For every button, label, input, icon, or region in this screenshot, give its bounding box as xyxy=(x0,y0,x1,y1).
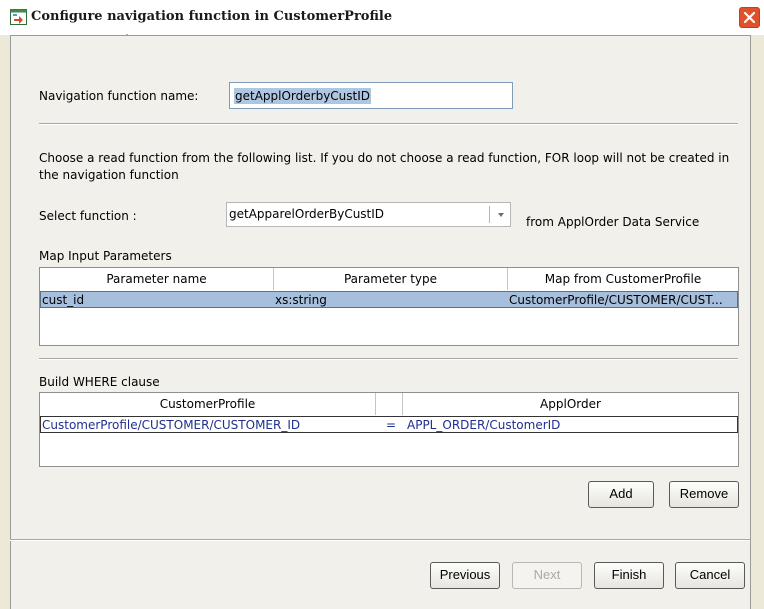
customer-profile-cell: CustomerProfile/CUSTOMER/CUSTOMER_ID xyxy=(42,418,301,432)
separator xyxy=(39,123,738,125)
map-input-table: Parameter name Parameter type Map from C… xyxy=(39,267,739,346)
remove-button[interactable]: Remove xyxy=(669,481,739,508)
operator-cell: = xyxy=(386,418,397,432)
where-clause-section-label: Build WHERE clause xyxy=(39,375,160,389)
finish-button[interactable]: Finish xyxy=(594,562,664,589)
map-input-section-label: Map Input Parameters xyxy=(39,249,172,263)
close-icon xyxy=(743,11,756,24)
parameter-name-cell: cust_id xyxy=(42,293,85,307)
previous-button[interactable]: Previous xyxy=(430,562,500,589)
nav-name-value: getApplOrderbyCustID xyxy=(234,88,372,104)
next-button[interactable]: Next xyxy=(512,562,582,589)
close-button[interactable] xyxy=(739,7,760,28)
select-function-label: Select function : xyxy=(39,209,137,223)
where-clause-table: CustomerProfile ApplOrder CustomerProfil… xyxy=(39,392,739,467)
appl-order-cell: APPL_ORDER/CustomerID xyxy=(407,418,561,432)
data-service-label: from ApplOrder Data Service xyxy=(526,215,700,229)
nav-name-input[interactable]: getApplOrderbyCustID xyxy=(229,82,513,109)
column-header-operator[interactable] xyxy=(376,393,403,415)
column-header-parameter-type[interactable]: Parameter type xyxy=(274,268,508,290)
dropdown-divider xyxy=(489,206,490,223)
table-row[interactable]: cust_id xs:string CustomerProfile/CUSTOM… xyxy=(40,291,738,308)
column-header-customer-profile[interactable]: CustomerProfile xyxy=(40,393,376,415)
separator xyxy=(39,358,738,360)
select-function-value: getApparelOrderByCustID xyxy=(229,207,385,221)
column-header-map-from[interactable]: Map from CustomerProfile xyxy=(508,268,738,290)
column-header-appl-order[interactable]: ApplOrder xyxy=(403,393,738,415)
title-bar: Configure navigation function in Custome… xyxy=(0,0,764,35)
separator xyxy=(10,539,750,541)
read-function-description: Choose a read function from the followin… xyxy=(39,151,730,182)
parameter-type-cell: xs:string xyxy=(275,293,327,307)
table-row[interactable]: CustomerProfile/CUSTOMER/CUSTOMER_ID = A… xyxy=(40,416,738,433)
nav-name-label: Navigation function name: xyxy=(39,89,199,103)
select-function-dropdown[interactable]: getApparelOrderByCustID xyxy=(226,202,511,227)
navigation-function-icon xyxy=(10,9,27,25)
add-button[interactable]: Add xyxy=(588,481,654,508)
map-from-cell: CustomerProfile/CUSTOMER/CUST... xyxy=(509,293,723,307)
window-title: Configure navigation function in Custome… xyxy=(31,9,393,24)
cancel-button[interactable]: Cancel xyxy=(675,562,745,589)
chevron-down-icon[interactable] xyxy=(493,206,509,223)
column-header-parameter-name[interactable]: Parameter name xyxy=(40,268,274,290)
